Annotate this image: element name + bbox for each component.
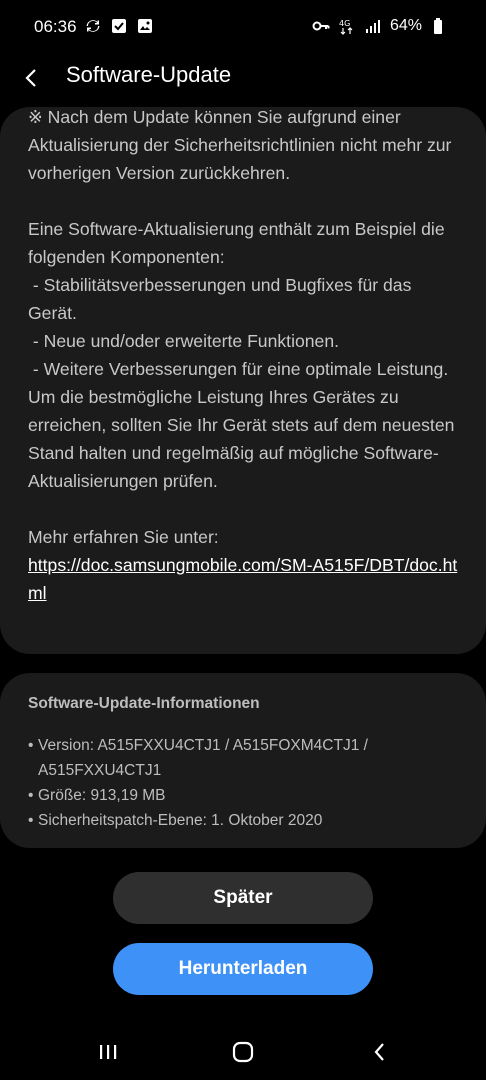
page-title: Software-Update [66,62,232,87]
nav-back-button[interactable] [366,1040,394,1064]
svg-text:4G: 4G [339,19,350,28]
release-notes-card[interactable]: ※ Nach dem Update können Sie aufgrund ei… [0,107,486,654]
image-icon [136,17,154,35]
chevron-left-icon [25,69,36,87]
back-button[interactable] [14,60,50,96]
battery-icon [430,17,448,35]
app-header: Software-Update [0,56,486,100]
home-icon [232,1041,254,1063]
vpn-key-icon [312,17,330,35]
release-notes-description: Eine Software-Aktualisierung enthält zum… [28,219,455,491]
recents-icon [100,1045,117,1059]
download-button[interactable]: Herunterladen [113,943,373,995]
update-size: Größe: 913,19 MB [28,783,458,808]
status-notification-icons [84,17,154,35]
signal-icon [364,17,382,35]
status-system-icons: 4G 64% [312,17,448,35]
update-info-card: Software-Update-Informationen Version: A… [0,673,486,848]
back-icon [374,1043,384,1061]
update-version: Version: A515FXXU4CTJ1 / A515FOXM4CTJ1 /… [28,733,458,783]
status-time: 06:36 [34,17,77,36]
later-button[interactable]: Später [113,872,373,924]
navigation-bar [0,1024,486,1080]
release-notes-warning: ※ Nach dem Update können Sie aufgrund ei… [28,107,457,183]
update-info-title: Software-Update-Informationen [28,695,260,712]
home-button[interactable] [229,1040,257,1064]
more-info-label: Mehr erfahren Sie unter: [28,527,219,547]
network-4g-icon: 4G [338,17,356,35]
sync-icon [84,17,102,35]
update-security-patch: Sicherheitspatch-Ebene: 1. Oktober 2020 [28,808,458,833]
status-bar: 06:36 4G 64% [0,0,486,56]
battery-percent: 64% [389,17,422,34]
more-info-link[interactable]: https://doc.samsungmobile.com/SM-A515F/D… [28,551,458,607]
recents-button[interactable] [94,1040,122,1064]
update-info-list: Version: A515FXXU4CTJ1 / A515FOXM4CTJ1 /… [28,733,458,833]
checkbox-icon [110,17,128,35]
